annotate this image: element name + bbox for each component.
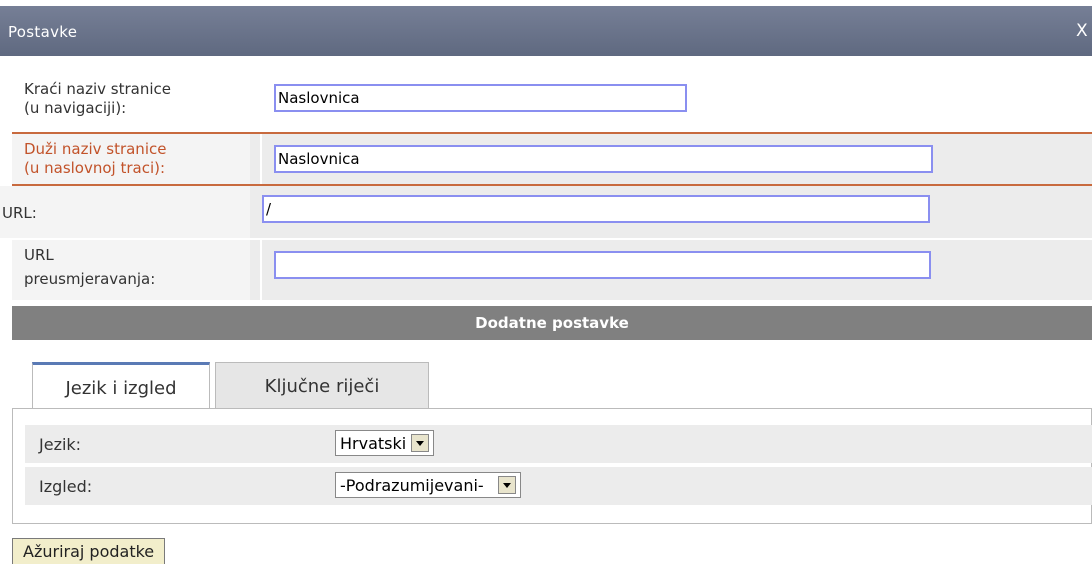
tab-panel: Jezik: Hrvatski Izgled: -Podrazumijevani… [12, 408, 1092, 524]
layout-row: Izgled: -Podrazumijevani- [25, 467, 1092, 505]
language-select[interactable]: Hrvatski [335, 430, 435, 456]
url-label: URL: [0, 186, 250, 238]
update-data-button[interactable]: Ažuriraj podatke [12, 538, 166, 564]
url-label-text: URL: [2, 204, 37, 222]
long-name-label-line2: (u naslovnoj traci): [24, 159, 166, 177]
short-name-label-line2: (u navigaciji): [24, 99, 127, 117]
layout-select-value: -Podrazumijevani- [340, 475, 484, 495]
long-name-row: Duži naziv stranice (u naslovnoj traci):… [12, 132, 1092, 186]
long-name-label-line1: Duži naziv stranice [24, 140, 167, 158]
column-divider [260, 134, 262, 184]
short-name-input[interactable]: Naslovnica [274, 84, 687, 112]
long-name-input[interactable]: Naslovnica [274, 145, 933, 173]
long-name-label: Duži naziv stranice (u naslovnoj traci): [12, 134, 250, 184]
chevron-down-icon[interactable] [497, 476, 516, 494]
language-row: Jezik: Hrvatski [25, 425, 1092, 463]
redirect-url-row: URL preusmjeravanja: [12, 240, 1092, 300]
column-divider [260, 240, 262, 300]
language-label: Jezik: [39, 435, 82, 454]
url-row: URL: / [0, 186, 1092, 238]
dialog-titlebar: Postavke X [0, 6, 1092, 56]
short-name-row: Kraći naziv stranice (u navigaciji): Nas… [12, 70, 1092, 132]
language-select-value: Hrvatski [340, 433, 407, 453]
tab-keywords[interactable]: Ključne riječi [215, 362, 429, 408]
redirect-url-label-line1: URL [24, 246, 54, 264]
short-name-label: Kraći naziv stranice (u navigaciji): [12, 70, 250, 132]
layout-label: Izgled: [39, 477, 93, 496]
additional-settings-header: Dodatne postavke [12, 306, 1092, 340]
redirect-url-label: URL preusmjeravanja: [12, 240, 250, 300]
short-name-label-line1: Kraći naziv stranice [24, 80, 171, 98]
layout-select[interactable]: -Podrazumijevani- [335, 472, 521, 498]
close-icon[interactable]: X [1076, 21, 1088, 41]
dialog-title: Postavke [8, 23, 78, 41]
redirect-url-label-line2: preusmjeravanja: [24, 270, 156, 288]
url-input[interactable]: / [262, 195, 930, 223]
redirect-url-input[interactable] [274, 251, 931, 279]
tab-language-layout[interactable]: Jezik i izgled [32, 362, 210, 410]
chevron-down-icon[interactable] [411, 434, 430, 452]
